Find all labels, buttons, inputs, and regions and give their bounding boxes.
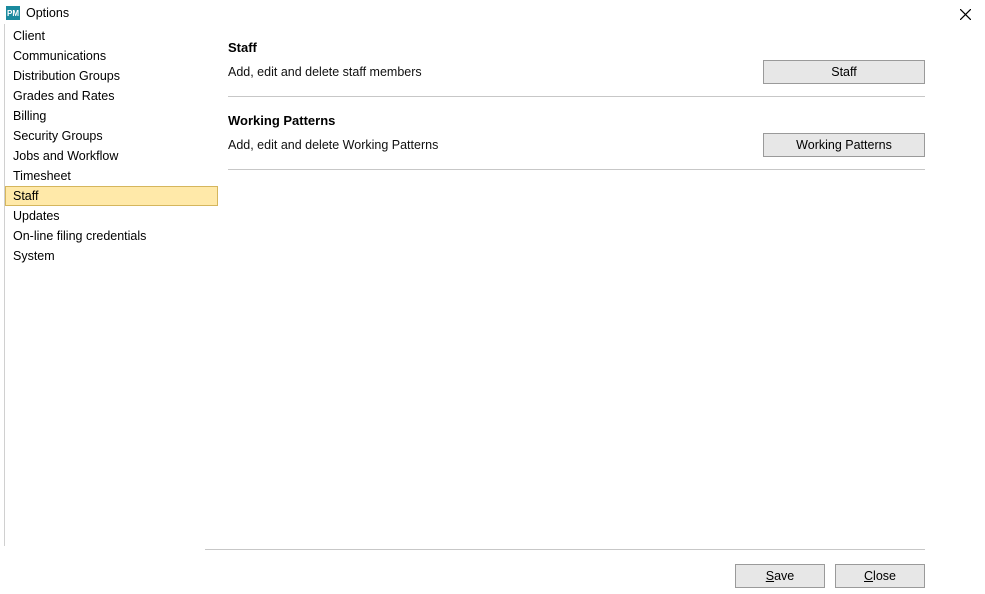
section-description: Add, edit and delete staff members [228,65,422,79]
sidebar-item-staff[interactable]: Staff [5,186,218,206]
sidebar-item-billing[interactable]: Billing [5,106,218,126]
section-title: Staff [228,40,422,55]
sidebar: ClientCommunicationsDistribution GroupsG… [4,24,218,546]
window-title: Options [26,6,69,20]
titlebar: PM Options [0,0,985,24]
sidebar-item-updates[interactable]: Updates [5,206,218,226]
sidebar-item-jobs-and-workflow[interactable]: Jobs and Workflow [5,146,218,166]
footer: Save Close [205,549,925,588]
sidebar-item-client[interactable]: Client [5,26,218,46]
sidebar-item-on-line-filing-credentials[interactable]: On-line filing credentials [5,226,218,246]
app-icon: PM [6,6,20,20]
sidebar-item-communications[interactable]: Communications [5,46,218,66]
section-title: Working Patterns [228,113,438,128]
section-staff: Staff Add, edit and delete staff members S… [228,38,925,97]
staff-button[interactable]: Staff [763,60,925,84]
content-panel: Staff Add, edit and delete staff members S… [218,24,985,546]
section-description: Add, edit and delete Working Patterns [228,138,438,152]
sidebar-item-security-groups[interactable]: Security Groups [5,126,218,146]
section-working-patterns: Working Patterns Add, edit and delete Wor… [228,111,925,170]
sidebar-item-distribution-groups[interactable]: Distribution Groups [5,66,218,86]
close-icon[interactable] [955,4,975,24]
save-button[interactable]: Save [735,564,825,588]
sidebar-item-system[interactable]: System [5,246,218,266]
sidebar-item-timesheet[interactable]: Timesheet [5,166,218,186]
close-button[interactable]: Close [835,564,925,588]
sidebar-item-grades-and-rates[interactable]: Grades and Rates [5,86,218,106]
working-patterns-button[interactable]: Working Patterns [763,133,925,157]
